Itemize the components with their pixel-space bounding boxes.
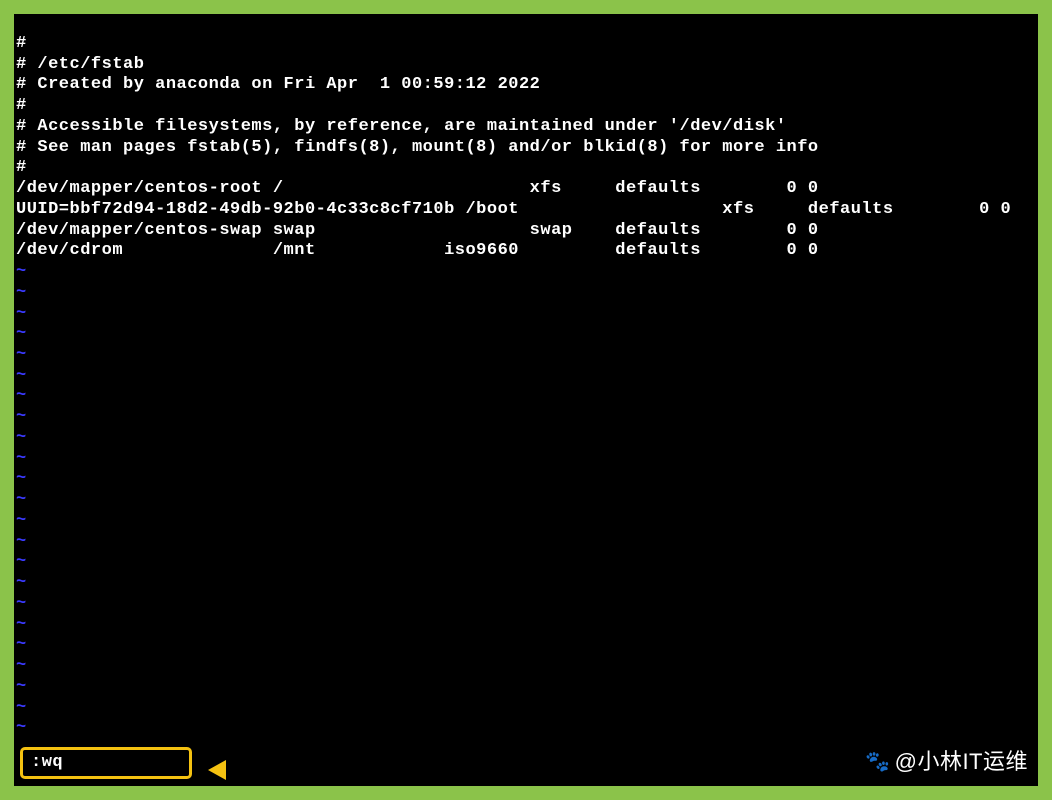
tilde-line: ~ (16, 345, 1036, 366)
tilde-line: ~ (16, 324, 1036, 345)
file-line: # /etc/fstab (16, 55, 1036, 76)
empty-lines: ~~~~~~~~~~~~~~~~~~~~~~~ (16, 262, 1036, 739)
tilde-line: ~ (16, 635, 1036, 656)
file-line: UUID=bbf72d94-18d2-49db-92b0-4c33c8cf710… (16, 200, 1036, 221)
file-line: # (16, 34, 1036, 55)
tilde-line: ~ (16, 490, 1036, 511)
file-content: ## /etc/fstab# Created by anaconda on Fr… (16, 34, 1036, 262)
tilde-line: ~ (16, 449, 1036, 470)
watermark: 🐾 @小林IT运维 (865, 749, 1028, 776)
tilde-line: ~ (16, 304, 1036, 325)
file-line: # See man pages fstab(5), findfs(8), mou… (16, 138, 1036, 159)
file-line: /dev/mapper/centos-root / xfs defaults 0… (16, 179, 1036, 200)
tilde-line: ~ (16, 283, 1036, 304)
tilde-line: ~ (16, 677, 1036, 698)
tilde-line: ~ (16, 698, 1036, 719)
tilde-line: ~ (16, 552, 1036, 573)
tilde-line: ~ (16, 511, 1036, 532)
file-line: /dev/cdrom /mnt iso9660 defaults 0 0 (16, 241, 1036, 262)
file-line: /dev/mapper/centos-swap swap swap defaul… (16, 221, 1036, 242)
tilde-line: ~ (16, 594, 1036, 615)
command-text: :wq (31, 753, 63, 774)
tilde-line: ~ (16, 573, 1036, 594)
tilde-line: ~ (16, 532, 1036, 553)
tilde-line: ~ (16, 262, 1036, 283)
tilde-line: ~ (16, 386, 1036, 407)
terminal-window[interactable]: ## /etc/fstab# Created by anaconda on Fr… (14, 14, 1038, 786)
tilde-line: ~ (16, 366, 1036, 387)
tilde-line: ~ (16, 656, 1036, 677)
paw-icon: 🐾 (865, 750, 890, 774)
command-input-box[interactable]: :wq (20, 747, 192, 779)
tilde-line: ~ (16, 428, 1036, 449)
tilde-line: ~ (16, 469, 1036, 490)
file-line: # (16, 158, 1036, 179)
tilde-line: ~ (16, 407, 1036, 428)
file-line: # Accessible filesystems, by reference, … (16, 117, 1036, 138)
file-line: # Created by anaconda on Fri Apr 1 00:59… (16, 75, 1036, 96)
watermark-text: @小林IT运维 (895, 749, 1028, 776)
tilde-line: ~ (16, 718, 1036, 739)
tilde-line: ~ (16, 615, 1036, 636)
file-line: # (16, 96, 1036, 117)
